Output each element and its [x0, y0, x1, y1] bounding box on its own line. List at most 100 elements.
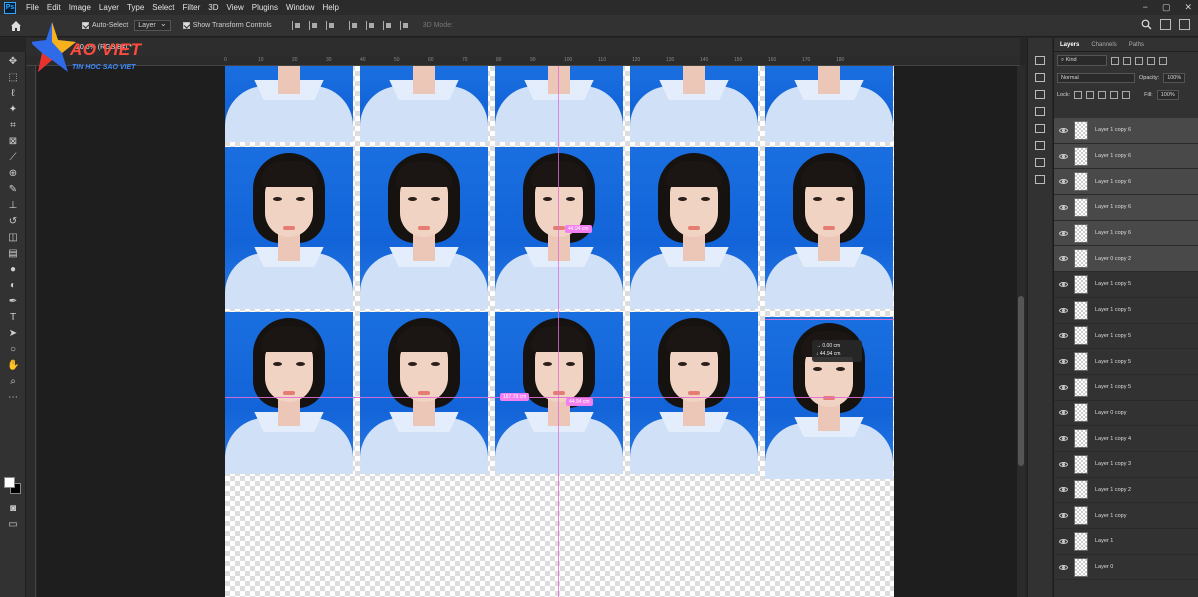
move-icon[interactable]: ✥ — [7, 56, 19, 68]
align-right-icon[interactable] — [325, 21, 335, 30]
eraser-icon[interactable]: ◫ — [7, 232, 19, 244]
home-icon[interactable] — [10, 20, 22, 32]
menu-plugins[interactable]: Plugins — [248, 3, 282, 12]
document-canvas[interactable] — [225, 66, 894, 597]
layer-row[interactable]: Layer 1 copy 2 — [1054, 478, 1198, 504]
id-photo[interactable] — [225, 312, 353, 474]
path-select-icon[interactable]: ➤ — [7, 328, 19, 340]
dodge-icon[interactable]: ◐ — [7, 280, 19, 292]
visibility-eye-icon[interactable] — [1059, 487, 1068, 493]
zoom-icon[interactable]: ⌕ — [7, 376, 19, 388]
frame-icon[interactable]: ⊠ — [7, 136, 19, 148]
menu-filter[interactable]: Filter — [179, 3, 205, 12]
filter-pixel-icon[interactable] — [1111, 56, 1119, 65]
layer-row[interactable]: Layer 1 copy 5 — [1054, 324, 1198, 350]
filter-type-icon[interactable] — [1135, 56, 1143, 65]
align-center-icon[interactable] — [308, 21, 318, 30]
id-photo[interactable] — [765, 147, 893, 309]
libraries-icon[interactable] — [1035, 107, 1045, 116]
menu-view[interactable]: View — [223, 3, 248, 12]
layer-row[interactable]: Layer 1 copy 6 — [1054, 220, 1198, 247]
align-middle-icon[interactable] — [365, 21, 375, 30]
brush-icon[interactable]: ✎ — [7, 184, 19, 196]
align-bottom-icon[interactable] — [382, 21, 392, 30]
layer-row[interactable]: Layer 1 copy 5 — [1054, 349, 1198, 375]
visibility-eye-icon[interactable] — [1059, 153, 1068, 159]
visibility-eye-icon[interactable] — [1059, 564, 1068, 570]
layer-row[interactable]: Layer 1 — [1054, 529, 1198, 555]
share-icon[interactable] — [1179, 19, 1190, 30]
id-photo[interactable] — [630, 66, 758, 142]
id-photo[interactable] — [495, 147, 623, 309]
id-photo[interactable] — [765, 66, 893, 142]
id-photo[interactable] — [630, 312, 758, 474]
visibility-eye-icon[interactable] — [1059, 384, 1068, 390]
layer-row[interactable]: Layer 1 copy 5 — [1054, 272, 1198, 298]
tab-channels[interactable]: Channels — [1085, 42, 1122, 48]
lock-position-icon[interactable] — [1098, 90, 1107, 99]
properties-icon[interactable] — [1035, 124, 1045, 133]
align-top-icon[interactable] — [348, 21, 358, 30]
blend-mode-dropdown[interactable]: Normal — [1057, 72, 1135, 83]
layer-row[interactable]: Layer 1 copy 5 — [1054, 298, 1198, 324]
layer-row[interactable]: Layer 1 copy 6 — [1054, 169, 1198, 196]
visibility-eye-icon[interactable] — [1059, 230, 1068, 236]
menu-edit[interactable]: Edit — [43, 3, 65, 12]
id-photo[interactable] — [360, 312, 488, 474]
visibility-eye-icon[interactable] — [1059, 204, 1068, 210]
search-icon[interactable] — [1141, 19, 1152, 30]
menu-3d[interactable]: 3D — [204, 3, 222, 12]
gradient-icon[interactable]: ▤ — [7, 248, 19, 260]
id-photo[interactable] — [360, 66, 488, 142]
id-photo[interactable] — [225, 66, 353, 142]
id-photo[interactable] — [495, 66, 623, 142]
stamp-icon[interactable]: ⊥ — [7, 200, 19, 212]
screen-mode-icon[interactable]: ▭ — [7, 519, 19, 531]
lasso-icon[interactable]: ℓ — [7, 88, 19, 100]
lock-all-icon[interactable] — [1122, 90, 1131, 99]
tab-layers[interactable]: Layers — [1054, 42, 1085, 48]
show-transform-checkbox[interactable]: Show Transform Controls — [182, 22, 272, 29]
more-icon[interactable]: ⋯ — [7, 392, 19, 404]
visibility-eye-icon[interactable] — [1059, 538, 1068, 544]
healing-icon[interactable]: ⊕ — [7, 168, 19, 180]
distribute-icon[interactable] — [399, 21, 409, 30]
layer-row[interactable]: Layer 1 copy 5 — [1054, 375, 1198, 401]
visibility-eye-icon[interactable] — [1059, 256, 1068, 262]
visibility-eye-icon[interactable] — [1059, 359, 1068, 365]
lock-transparent-icon[interactable] — [1074, 90, 1083, 99]
foreground-color-swatch[interactable] — [4, 477, 15, 488]
lock-image-icon[interactable] — [1086, 90, 1095, 99]
shape-icon[interactable]: ○ — [7, 344, 19, 356]
menu-select[interactable]: Select — [148, 3, 178, 12]
layer-row[interactable]: Layer 1 copy 6 — [1054, 195, 1198, 221]
tab-paths[interactable]: Paths — [1123, 42, 1150, 48]
canvas-scrollbar[interactable] — [1017, 66, 1025, 597]
align-left-icon[interactable] — [291, 21, 301, 30]
layer-row[interactable]: Layer 1 copy 3 — [1054, 452, 1198, 478]
marquee-icon[interactable]: ⬚ — [7, 72, 19, 84]
history-brush-icon[interactable]: ↺ — [7, 216, 19, 228]
menu-file[interactable]: File — [22, 3, 43, 12]
layer-row[interactable]: Layer 1 copy 4 — [1054, 426, 1198, 452]
adjustments-icon[interactable] — [1035, 90, 1045, 99]
visibility-eye-icon[interactable] — [1059, 513, 1068, 519]
type-icon[interactable]: T — [7, 312, 19, 324]
filter-shape-icon[interactable] — [1147, 56, 1155, 65]
scrollbar-thumb[interactable] — [1018, 296, 1024, 466]
layer-row[interactable]: Layer 0 copy — [1054, 401, 1198, 427]
layer-row[interactable]: Layer 1 copy 6 — [1054, 143, 1198, 170]
menu-layer[interactable]: Layer — [95, 3, 123, 12]
histogram-icon[interactable] — [1035, 56, 1045, 65]
visibility-eye-icon[interactable] — [1059, 436, 1068, 442]
visibility-eye-icon[interactable] — [1059, 179, 1068, 185]
filter-smart-icon[interactable] — [1159, 56, 1167, 65]
magic-wand-icon[interactable]: ✦ — [7, 104, 19, 116]
hand-icon[interactable]: ✋ — [7, 360, 19, 372]
visibility-eye-icon[interactable] — [1059, 410, 1068, 416]
workspace-icon[interactable] — [1160, 19, 1171, 30]
maximize-button[interactable]: ▢ — [1162, 2, 1171, 13]
layer-row[interactable]: Layer 1 copy 6 — [1054, 118, 1198, 144]
menu-image[interactable]: Image — [65, 3, 95, 12]
id-photo[interactable] — [225, 147, 353, 309]
